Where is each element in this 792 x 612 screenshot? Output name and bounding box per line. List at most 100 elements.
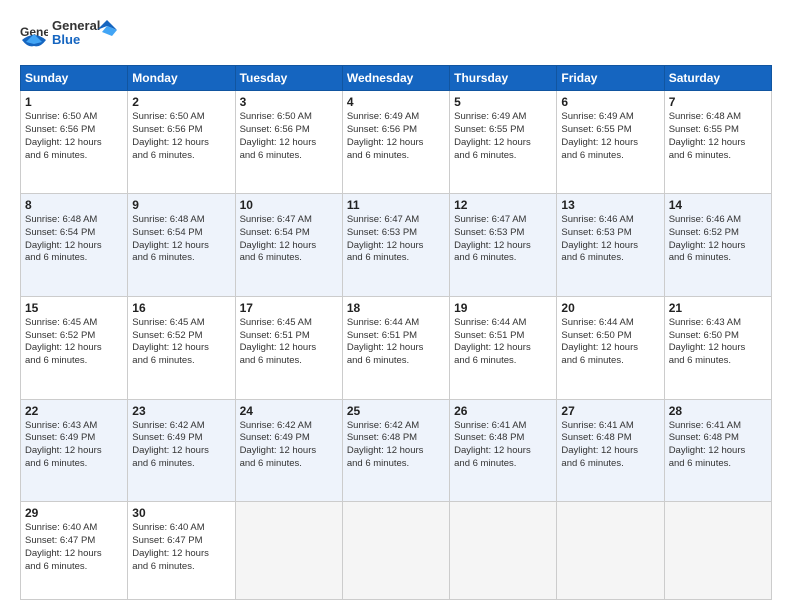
table-row: 1Sunrise: 6:50 AMSunset: 6:56 PMDaylight… <box>21 91 128 194</box>
day-number: 26 <box>454 404 552 418</box>
logo-icon: General <box>20 22 48 50</box>
day-info: Sunrise: 6:40 AMSunset: 6:47 PMDaylight:… <box>25 522 123 573</box>
day-number: 14 <box>669 198 767 212</box>
day-number: 1 <box>25 95 123 109</box>
table-row: 27 Sunrise: 6:41 AMSunset: 6:48 PMDayligh… <box>557 399 664 502</box>
day-number: 4 <box>347 95 445 109</box>
day-number: 30 <box>132 506 230 520</box>
day-info: Sunrise: 6:41 AMSunset: 6:48 PMDaylight:… <box>454 420 552 471</box>
day-info: Sunrise: 6:42 AMSunset: 6:49 PMDaylight:… <box>240 420 338 471</box>
table-row <box>557 502 664 600</box>
day-number: 20 <box>561 301 659 315</box>
table-row: 29 Sunrise: 6:40 AMSunset: 6:47 PMDayligh… <box>21 502 128 600</box>
calendar-week-row: 22 Sunrise: 6:43 AMSunset: 6:49 PMDayligh… <box>21 399 772 502</box>
table-row: 30 Sunrise: 6:40 AMSunset: 6:47 PMDayligh… <box>128 502 235 600</box>
table-row: 21 Sunrise: 6:43 AMSunset: 6:50 PMDayligh… <box>664 296 771 399</box>
day-number: 21 <box>669 301 767 315</box>
table-row <box>664 502 771 600</box>
day-info: Sunrise: 6:42 AMSunset: 6:49 PMDaylight:… <box>132 420 230 471</box>
day-info: Sunrise: 6:45 AMSunset: 6:51 PMDaylight:… <box>240 317 338 368</box>
day-info: Sunrise: 6:45 AMSunset: 6:52 PMDaylight:… <box>132 317 230 368</box>
day-number: 11 <box>347 198 445 212</box>
header: General General Blue <box>20 16 772 55</box>
day-info: Sunrise: 6:47 AMSunset: 6:54 PMDaylight:… <box>240 214 338 265</box>
table-row: 13Sunrise: 6:46 AMSunset: 6:53 PMDayligh… <box>557 194 664 297</box>
day-info: Sunrise: 6:41 AMSunset: 6:48 PMDaylight:… <box>561 420 659 471</box>
day-number: 29 <box>25 506 123 520</box>
day-info: Sunrise: 6:40 AMSunset: 6:47 PMDaylight:… <box>132 522 230 573</box>
table-row: 16 Sunrise: 6:45 AMSunset: 6:52 PMDayligh… <box>128 296 235 399</box>
day-number: 3 <box>240 95 338 109</box>
table-row: 22 Sunrise: 6:43 AMSunset: 6:49 PMDayligh… <box>21 399 128 502</box>
table-row: 24 Sunrise: 6:42 AMSunset: 6:49 PMDayligh… <box>235 399 342 502</box>
table-row: 28Sunrise: 6:41 AMSunset: 6:48 PMDayligh… <box>664 399 771 502</box>
day-info: Sunrise: 6:49 AMSunset: 6:56 PMDaylight:… <box>347 111 445 162</box>
day-number: 9 <box>132 198 230 212</box>
day-info: Sunrise: 6:49 AMSunset: 6:55 PMDaylight:… <box>454 111 552 162</box>
day-info: Sunrise: 6:48 AMSunset: 6:54 PMDaylight:… <box>132 214 230 265</box>
calendar-table: Sunday Monday Tuesday Wednesday Thursday… <box>20 65 772 600</box>
day-number: 7 <box>669 95 767 109</box>
day-info: Sunrise: 6:44 AMSunset: 6:50 PMDaylight:… <box>561 317 659 368</box>
logo-general-text: General Blue <box>52 16 117 55</box>
day-info: Sunrise: 6:46 AMSunset: 6:52 PMDaylight:… <box>669 214 767 265</box>
table-row <box>342 502 449 600</box>
table-row <box>450 502 557 600</box>
day-info: Sunrise: 6:41 AMSunset: 6:48 PMDaylight:… <box>669 420 767 471</box>
day-number: 8 <box>25 198 123 212</box>
table-row: 8 Sunrise: 6:48 AMSunset: 6:54 PMDaylight… <box>21 194 128 297</box>
day-info: Sunrise: 6:47 AMSunset: 6:53 PMDaylight:… <box>454 214 552 265</box>
day-info: Sunrise: 6:43 AMSunset: 6:50 PMDaylight:… <box>669 317 767 368</box>
day-info: Sunrise: 6:43 AMSunset: 6:49 PMDaylight:… <box>25 420 123 471</box>
page: General General Blue <box>0 0 792 612</box>
table-row: 14 Sunrise: 6:46 AMSunset: 6:52 PMDayligh… <box>664 194 771 297</box>
col-saturday: Saturday <box>664 66 771 91</box>
table-row: 19Sunrise: 6:44 AMSunset: 6:51 PMDayligh… <box>450 296 557 399</box>
day-number: 5 <box>454 95 552 109</box>
table-row: 17Sunrise: 6:45 AMSunset: 6:51 PMDayligh… <box>235 296 342 399</box>
day-number: 16 <box>132 301 230 315</box>
day-number: 10 <box>240 198 338 212</box>
table-row: 6 Sunrise: 6:49 AMSunset: 6:55 PMDaylight… <box>557 91 664 194</box>
col-tuesday: Tuesday <box>235 66 342 91</box>
table-row: 18Sunrise: 6:44 AMSunset: 6:51 PMDayligh… <box>342 296 449 399</box>
day-number: 25 <box>347 404 445 418</box>
day-info: Sunrise: 6:49 AMSunset: 6:55 PMDaylight:… <box>561 111 659 162</box>
logo: General General Blue <box>20 16 117 55</box>
table-row: 26 Sunrise: 6:41 AMSunset: 6:48 PMDayligh… <box>450 399 557 502</box>
day-info: Sunrise: 6:42 AMSunset: 6:48 PMDaylight:… <box>347 420 445 471</box>
table-row: 23Sunrise: 6:42 AMSunset: 6:49 PMDayligh… <box>128 399 235 502</box>
day-info: Sunrise: 6:50 AMSunset: 6:56 PMDaylight:… <box>132 111 230 162</box>
table-row: 12Sunrise: 6:47 AMSunset: 6:53 PMDayligh… <box>450 194 557 297</box>
table-row: 9 Sunrise: 6:48 AMSunset: 6:54 PMDaylight… <box>128 194 235 297</box>
table-row: 5 Sunrise: 6:49 AMSunset: 6:55 PMDaylight… <box>450 91 557 194</box>
day-number: 27 <box>561 404 659 418</box>
day-info: Sunrise: 6:48 AMSunset: 6:54 PMDaylight:… <box>25 214 123 265</box>
table-row: 20 Sunrise: 6:44 AMSunset: 6:50 PMDayligh… <box>557 296 664 399</box>
table-row: 7Sunrise: 6:48 AMSunset: 6:55 PMDaylight… <box>664 91 771 194</box>
day-number: 15 <box>25 301 123 315</box>
day-number: 2 <box>132 95 230 109</box>
day-number: 6 <box>561 95 659 109</box>
col-wednesday: Wednesday <box>342 66 449 91</box>
day-info: Sunrise: 6:50 AMSunset: 6:56 PMDaylight:… <box>240 111 338 162</box>
day-info: Sunrise: 6:44 AMSunset: 6:51 PMDaylight:… <box>347 317 445 368</box>
day-number: 24 <box>240 404 338 418</box>
table-row: 15 Sunrise: 6:45 AMSunset: 6:52 PMDayligh… <box>21 296 128 399</box>
col-sunday: Sunday <box>21 66 128 91</box>
table-row: 4 Sunrise: 6:49 AMSunset: 6:56 PMDaylight… <box>342 91 449 194</box>
col-monday: Monday <box>128 66 235 91</box>
table-row: 3 Sunrise: 6:50 AMSunset: 6:56 PMDaylight… <box>235 91 342 194</box>
col-friday: Friday <box>557 66 664 91</box>
table-row: 11Sunrise: 6:47 AMSunset: 6:53 PMDayligh… <box>342 194 449 297</box>
day-number: 22 <box>25 404 123 418</box>
calendar-week-row: 1 Sunrise: 6:50 AMSunset: 6:56 PMDaylight… <box>21 91 772 194</box>
table-row: 25 Sunrise: 6:42 AMSunset: 6:48 PMDayligh… <box>342 399 449 502</box>
logo-svg: General Blue <box>52 16 117 52</box>
day-number: 19 <box>454 301 552 315</box>
calendar-header-row: Sunday Monday Tuesday Wednesday Thursday… <box>21 66 772 91</box>
day-info: Sunrise: 6:45 AMSunset: 6:52 PMDaylight:… <box>25 317 123 368</box>
table-row: 10 Sunrise: 6:47 AMSunset: 6:54 PMDayligh… <box>235 194 342 297</box>
table-row <box>235 502 342 600</box>
calendar-week-row: 29 Sunrise: 6:40 AMSunset: 6:47 PMDayligh… <box>21 502 772 600</box>
